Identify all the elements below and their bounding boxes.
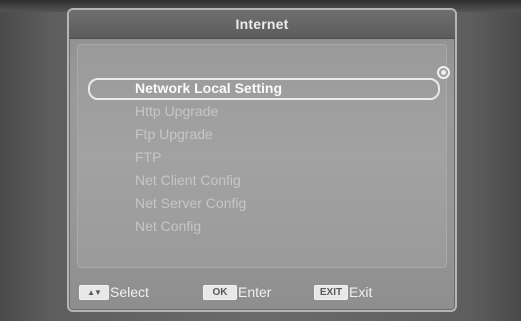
menu-item-network-local-setting[interactable]: Network Local Setting [78,77,446,100]
menu-panel: Network Local Setting Http Upgrade Ftp U… [77,44,447,268]
up-down-arrow-keys-icon: ▲▼ [79,284,109,300]
key-hint-bar: ▲▼ Select OK Enter EXIT Exit [69,272,455,310]
window-title: Internet [235,16,289,32]
menu-item-label: Net Config [135,218,202,234]
hint-select: ▲▼ Select [79,284,149,300]
menu-item-label: Ftp Upgrade [135,126,213,142]
menu-item-ftp-upgrade[interactable]: Ftp Upgrade [78,123,446,146]
menu-item-label: Http Upgrade [135,103,219,119]
menu-item-label: Net Server Config [135,195,247,211]
menu-item-label: Net Client Config [135,172,241,188]
menu-item-label: FTP [135,149,162,165]
menu-item-ftp[interactable]: FTP [78,146,446,169]
hint-enter-label: Enter [238,284,272,300]
internet-menu: Network Local Setting Http Upgrade Ftp U… [78,77,446,238]
hint-select-label: Select [110,284,149,300]
hint-exit-label: Exit [349,284,373,300]
internet-menu-window: Internet Network Local Setting Http Upgr… [67,8,457,312]
ok-key-icon: OK [203,284,237,300]
menu-item-net-client-config[interactable]: Net Client Config [78,169,446,192]
hint-exit: EXIT Exit [314,284,372,300]
radio-selected-icon [437,66,450,79]
hint-enter: OK Enter [203,284,271,300]
menu-item-net-server-config[interactable]: Net Server Config [78,192,446,215]
title-bar: Internet [69,10,455,39]
menu-item-label: Network Local Setting [135,80,283,96]
menu-item-http-upgrade[interactable]: Http Upgrade [78,100,446,123]
menu-item-net-config[interactable]: Net Config [78,215,446,238]
exit-key-icon: EXIT [314,284,348,300]
